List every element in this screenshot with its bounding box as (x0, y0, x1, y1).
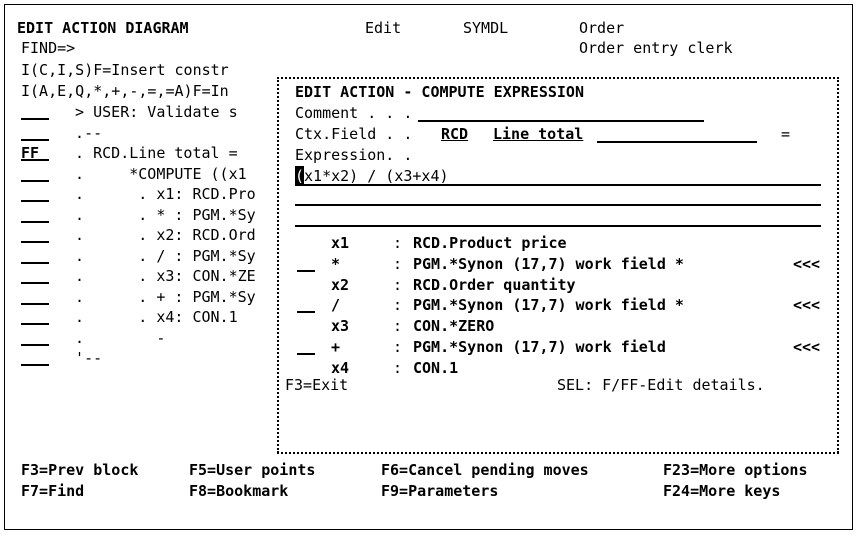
window-border-bottom (277, 452, 839, 454)
expression-input-line-1[interactable] (295, 184, 821, 186)
f3-prev-block-key[interactable]: F3=Prev block (21, 460, 138, 480)
action-diagram-line: . . x1: RCD.Pro (57, 185, 256, 203)
action-diagram-line: . . * : PGM.*Sy (57, 205, 256, 224)
operand-separator: : (393, 338, 403, 356)
operand-symbol: * (331, 254, 341, 273)
operand-symbol: + (331, 338, 341, 356)
comment-input[interactable] (418, 120, 704, 122)
row-selector-underline (21, 323, 49, 325)
expression-text: x1*x2) / (x3+x4) (304, 167, 449, 185)
row-selector-underline (21, 282, 49, 284)
row-selector-underline (21, 302, 49, 305)
operand-separator: : (393, 296, 403, 315)
operand-selector-input[interactable] (297, 353, 315, 355)
object-label: Order (579, 19, 625, 37)
row-selector-underline (21, 118, 49, 120)
window-border-top (277, 77, 839, 79)
insert-constructs-hint: I(C,I,S)F=Insert constr (21, 61, 229, 79)
more-indicator: <<< (793, 338, 821, 356)
operand-separator: : (393, 317, 403, 336)
window-border-left (277, 77, 279, 453)
operand-separator: : (393, 234, 403, 252)
operand-symbol: / (331, 296, 341, 315)
action-diagram-line: . - (57, 328, 166, 347)
action-diagram-line: . . / : PGM.*Sy (57, 246, 256, 265)
more-indicator: <<< (793, 254, 821, 273)
row-selector-underline (21, 220, 49, 223)
row-selector-underline (21, 159, 49, 161)
operand-symbol: x2 (331, 275, 350, 294)
operand-description: RCD.Order quantity (413, 275, 576, 294)
selection-hint: SEL: F/FF-Edit details. (557, 376, 765, 394)
action-diagram-line: . RCD.Line total = (57, 144, 238, 162)
operand-description: CON.1 (413, 358, 459, 377)
action-diagram-line: > USER: Validate s (57, 103, 238, 121)
f6-cancel-moves-key[interactable]: F6=Cancel pending moves (381, 460, 589, 480)
screen-title: EDIT ACTION DIAGRAM (17, 19, 189, 37)
operand-symbol: x3 (331, 317, 350, 336)
mode-label: Edit (365, 19, 402, 37)
model-label: SYMDL (463, 19, 509, 37)
operand-description: CON.*ZERO (413, 317, 495, 336)
action-diagram-line: .-- (57, 123, 103, 142)
context-field-label: Ctx.Field . . (295, 125, 413, 143)
row-selector-underline (21, 261, 49, 264)
window-border-right (837, 77, 839, 453)
f8-bookmark-key[interactable]: F8=Bookmark (189, 481, 288, 501)
expression-input-line-2[interactable] (295, 204, 821, 206)
context-input[interactable]: RCD (441, 124, 468, 144)
row-selector-underline (21, 241, 49, 243)
exit-key[interactable]: F3=Exit (285, 375, 348, 395)
action-diagram-line: . . x2: RCD.Ord (57, 226, 256, 244)
action-diagram-line: . . x4: CON.1 (57, 308, 238, 326)
operand-description: PGM.*Synon (17,7) work field (413, 338, 666, 356)
insert-actions-hint: I(A,E,Q,*,+,-,=,=A)F=In (21, 82, 229, 100)
f7-find-key[interactable]: F7=Find (21, 481, 84, 501)
operand-separator: : (393, 275, 403, 294)
f9-parameters-key[interactable]: F9=Parameters (381, 481, 498, 501)
operand-separator: : (393, 254, 403, 273)
comment-label: Comment . . . (295, 104, 413, 122)
f23-more-options-key[interactable]: F23=More options (663, 460, 808, 480)
operand-description: RCD.Product price (413, 234, 567, 252)
operand-separator: : (393, 358, 403, 377)
operand-selector-input[interactable] (297, 269, 315, 272)
row-selector-underline (21, 138, 49, 141)
f24-more-keys-key[interactable]: F24=More keys (663, 481, 780, 501)
expression-line-1[interactable]: (x1*x2) / (x3+x4) (295, 166, 449, 186)
expression-input-line-3[interactable] (295, 225, 821, 227)
action-diagram-line: '-- (57, 349, 103, 367)
operand-symbol: x1 (331, 234, 350, 252)
window-title: EDIT ACTION - COMPUTE EXPRESSION (295, 83, 584, 101)
row-selector-underline (21, 200, 49, 202)
action-diagram-line: . *COMPUTE ((x1 (57, 164, 247, 183)
operand-selector-input[interactable] (297, 311, 315, 314)
terminal-screen: EDIT ACTION DIAGRAM Edit SYMDL Order FIN… (4, 4, 853, 530)
more-indicator: <<< (793, 296, 821, 315)
operand-description: PGM.*Synon (17,7) work field * (413, 254, 684, 273)
row-selector-underline (21, 179, 49, 182)
object-description: Order entry clerk (579, 39, 733, 57)
row-selector-underline (21, 364, 49, 366)
field-name-underline (597, 141, 757, 143)
operand-description: PGM.*Synon (17,7) work field * (413, 296, 684, 315)
expression-label: Expression. . (295, 146, 413, 164)
field-name-input[interactable]: Line total (493, 124, 583, 144)
f5-user-points-key[interactable]: F5=User points (189, 460, 315, 480)
action-diagram-line: . . x3: CON.*ZE (57, 267, 256, 285)
equals-sign: = (781, 125, 791, 143)
text-cursor: ( (295, 166, 305, 186)
find-prompt[interactable]: FIND=> (21, 38, 75, 58)
row-selector-underline (21, 343, 49, 346)
action-diagram-line: . . + : PGM.*Sy (57, 287, 256, 306)
